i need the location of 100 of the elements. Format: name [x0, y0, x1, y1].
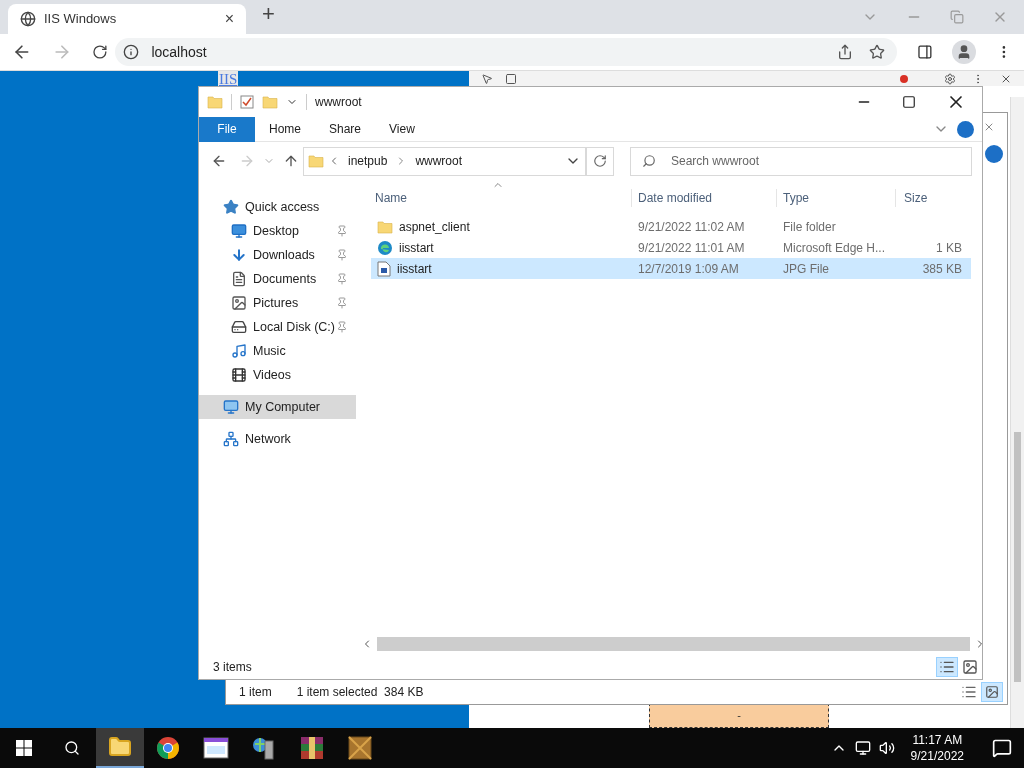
- broken-image: IIS: [218, 71, 239, 87]
- pin-icon[interactable]: [336, 225, 348, 237]
- address-box[interactable]: inetpub wwwroot: [303, 146, 586, 176]
- type-cell-text: File folder: [782, 218, 837, 236]
- document-icon: [231, 271, 247, 287]
- nav-item[interactable]: Network: [199, 427, 356, 451]
- search-icon: [642, 153, 656, 168]
- nav-item[interactable]: Downloads: [199, 243, 356, 267]
- nav-item[interactable]: Documents: [199, 267, 356, 291]
- share-icon[interactable]: [836, 44, 853, 60]
- thumbnail-view-icon[interactable]: [962, 658, 978, 675]
- column-header[interactable]: Date modified: [631, 189, 776, 207]
- help-icon[interactable]: [957, 120, 974, 138]
- ribbon-tab[interactable]: Home: [255, 116, 315, 142]
- picture-icon: [231, 295, 247, 311]
- refresh-button[interactable]: [586, 146, 614, 176]
- status-text: 3 items: [213, 658, 252, 676]
- address-bar[interactable]: localhost: [115, 38, 897, 66]
- picture-icon: [985, 684, 999, 699]
- search-field[interactable]: Search wwwroot: [630, 146, 972, 176]
- type-cell-text: JPG File: [782, 260, 830, 278]
- notifications-icon[interactable]: [992, 738, 1012, 758]
- nav-item[interactable]: Pictures: [199, 291, 356, 315]
- reload-icon[interactable]: [91, 44, 108, 60]
- date-cell-text: 9/21/2022 11:01 AM: [637, 239, 746, 257]
- device-icon[interactable]: [505, 72, 517, 85]
- nav-item[interactable]: Quick access: [199, 195, 356, 219]
- size-cell-text: 1 KB: [935, 239, 963, 257]
- folder-icon: [108, 735, 132, 759]
- file-row[interactable]: aspnet_client 9/21/2022 11:02 AM File folder: [371, 216, 971, 237]
- window-icon: [203, 737, 229, 759]
- breadcrumb-item[interactable]: wwwroot: [415, 152, 463, 170]
- computer-icon: [223, 399, 239, 415]
- new-tab-button[interactable]: +: [262, 0, 275, 30]
- side-panel-icon[interactable]: [916, 44, 933, 60]
- settings-icon[interactable]: [944, 72, 956, 85]
- thumbnail-view-button[interactable]: [981, 681, 1003, 702]
- nav-item[interactable]: Local Disk (C:): [199, 315, 356, 339]
- search-icon: [64, 740, 80, 756]
- bookmark-icon[interactable]: [868, 44, 885, 60]
- volume-icon[interactable]: [878, 740, 895, 756]
- selection-info: 1 item selected 384 KB: [296, 683, 424, 701]
- ribbon-tab[interactable]: View: [375, 116, 429, 142]
- item-count: 1 item: [239, 683, 272, 701]
- pin-icon[interactable]: [336, 273, 348, 285]
- ribbon-tab[interactable]: Share: [315, 116, 376, 142]
- globe-icon: [20, 11, 36, 27]
- network-icon: [223, 431, 239, 447]
- close-tab-button[interactable]: ×: [224, 7, 234, 31]
- nav-item[interactable]: My Computer: [199, 395, 356, 419]
- inspect-icon[interactable]: [481, 72, 493, 85]
- box-icon: [347, 735, 373, 761]
- type-cell-text: Microsoft Edge H...: [782, 239, 887, 257]
- details-view-button[interactable]: [936, 656, 958, 677]
- server-icon: [251, 735, 277, 761]
- folder-icon: [262, 94, 278, 110]
- windows-icon: [16, 740, 32, 756]
- breadcrumb-item[interactable]: inetpub: [348, 152, 388, 170]
- pin-icon[interactable]: [336, 297, 348, 309]
- up-icon[interactable]: [283, 153, 299, 169]
- pin-icon[interactable]: [336, 249, 348, 261]
- pin-icon[interactable]: [336, 321, 348, 333]
- file-name: iisstart: [397, 260, 432, 278]
- archive-icon: [299, 735, 325, 761]
- file-name: aspnet_client: [399, 218, 470, 236]
- folder-icon: [308, 153, 324, 169]
- drive-icon: [231, 319, 247, 335]
- file-row[interactable]: iisstart 9/21/2022 11:01 AM Microsoft Edge H... 1 KB: [371, 237, 971, 258]
- file-name: iisstart: [399, 239, 434, 257]
- info-icon: [123, 44, 140, 60]
- column-header[interactable]: Name: [371, 189, 631, 207]
- checkbox-icon[interactable]: [240, 95, 254, 109]
- browser-icon: [156, 736, 180, 760]
- nav-item[interactable]: Music: [199, 339, 356, 363]
- nav-item[interactable]: Videos: [199, 363, 356, 387]
- network-status-icon[interactable]: [854, 740, 871, 756]
- ribbon-tab[interactable]: File: [199, 116, 255, 142]
- highlight-box: -: [649, 703, 829, 728]
- browser-tab[interactable]: IIS Windows ×: [8, 4, 246, 34]
- refresh-icon: [593, 154, 607, 168]
- help-icon[interactable]: [985, 145, 1003, 163]
- nav-item[interactable]: Desktop: [199, 219, 356, 243]
- column-header[interactable]: Size: [895, 189, 975, 207]
- window-title: wwwroot: [315, 94, 362, 111]
- column-header[interactable]: Type: [776, 189, 895, 207]
- maximize-icon[interactable]: [902, 95, 916, 109]
- star-icon: [223, 199, 239, 215]
- taskbar-app[interactable]: [96, 728, 144, 768]
- profile-avatar[interactable]: [952, 40, 977, 64]
- date-cell-text: 9/21/2022 11:02 AM: [637, 218, 746, 236]
- clock[interactable]: 11:17 AM 9/21/2022: [906, 732, 968, 764]
- file-row[interactable]: iisstart 12/7/2019 1:09 AM JPG File 385 KB: [371, 258, 971, 279]
- back-icon[interactable]: [211, 153, 227, 169]
- size-cell-text: 385 KB: [921, 260, 963, 278]
- folder-icon: [377, 218, 393, 235]
- image-file-icon: [377, 260, 391, 277]
- download-icon: [231, 247, 247, 263]
- film-icon: [231, 367, 247, 383]
- music-note-icon: [231, 343, 247, 359]
- date-cell-text: 12/7/2019 1:09 AM: [637, 260, 740, 278]
